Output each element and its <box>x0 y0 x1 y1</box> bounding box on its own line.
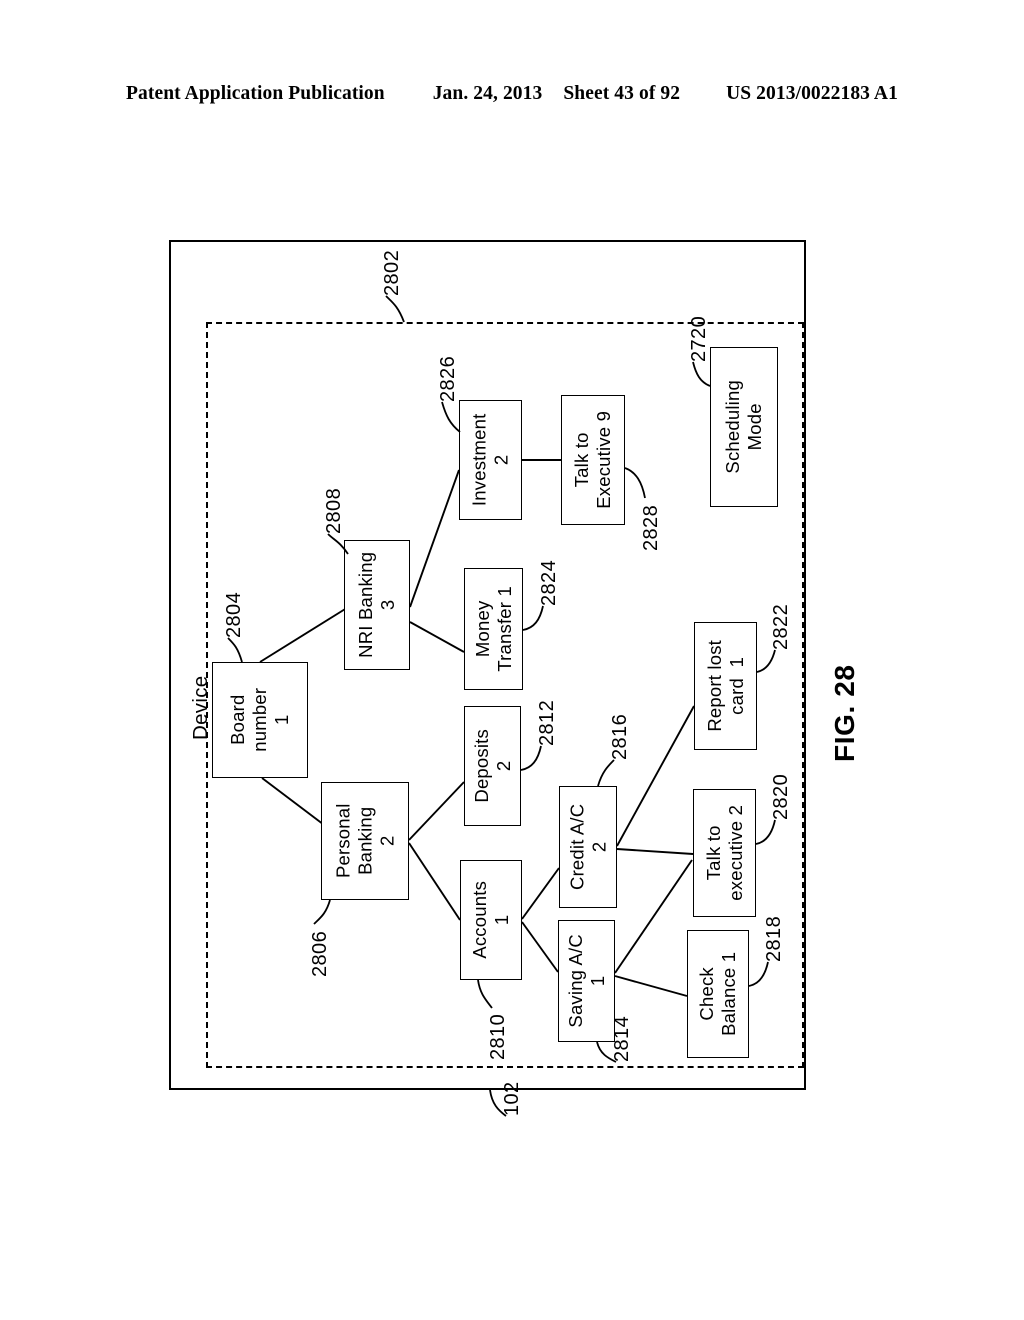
node-accounts[interactable]: Accounts 1 <box>460 860 522 980</box>
node-board-number[interactable]: Board number 1 <box>212 662 308 778</box>
node-saving-ac-label: Saving A/C 1 <box>564 934 608 1028</box>
ref-numeral-2810: 2810 <box>487 1013 509 1060</box>
ref-numeral-2720: 2720 <box>688 315 710 362</box>
ref-numeral-2816: 2816 <box>609 713 631 760</box>
ref-numeral-2826: 2826 <box>437 355 459 402</box>
node-nri-banking-label: NRI Banking 3 <box>355 551 398 659</box>
node-investment-label: Investment 2 <box>468 413 512 507</box>
ref-numeral-2828: 2828 <box>640 504 662 551</box>
node-talk-to-executive-9-label: Talk to Executive 9 <box>571 411 614 509</box>
node-check-balance-label: Check Balance 1 <box>696 951 739 1037</box>
ref-numeral-2808: 2808 <box>323 487 345 534</box>
node-talk-to-executive-9[interactable]: Talk to Executive 9 <box>561 395 625 525</box>
node-scheduling-mode[interactable]: Scheduling Mode <box>710 347 778 507</box>
ref-numeral-2818: 2818 <box>763 915 785 962</box>
node-investment[interactable]: Investment 2 <box>459 400 522 520</box>
ref-numeral-2806: 2806 <box>309 930 331 977</box>
figure-label: FIG. 28 <box>829 664 860 762</box>
node-credit-ac[interactable]: Credit A/C 2 <box>559 786 617 908</box>
node-money-transfer[interactable]: Money Transfer 1 <box>464 568 523 690</box>
node-credit-ac-label: Credit A/C 2 <box>566 803 609 891</box>
node-deposits[interactable]: Deposits 2 <box>464 706 521 826</box>
node-nri-banking[interactable]: NRI Banking 3 <box>344 540 410 670</box>
ref-numeral-2812: 2812 <box>536 699 558 746</box>
ref-numeral-2822: 2822 <box>770 603 792 650</box>
ref-numeral-2802: 2802 <box>381 249 403 296</box>
ref-numeral-2820: 2820 <box>770 773 792 820</box>
ref-numeral-2814: 2814 <box>611 1015 633 1062</box>
node-check-balance[interactable]: Check Balance 1 <box>687 930 749 1058</box>
figure-28: Board number 1 NRI Banking 3 Personal Ba… <box>0 0 1024 1320</box>
node-accounts-label: Accounts 1 <box>469 881 513 959</box>
device-label: Device <box>189 675 212 740</box>
node-personal-banking-label: Personal Banking 2 <box>332 803 397 879</box>
node-personal-banking[interactable]: Personal Banking 2 <box>321 782 409 900</box>
node-saving-ac[interactable]: Saving A/C 1 <box>558 920 615 1042</box>
node-deposits-label: Deposits 2 <box>470 729 514 803</box>
ref-numeral-2824: 2824 <box>538 559 560 606</box>
ref-numeral-2804: 2804 <box>223 591 245 638</box>
ref-numeral-102: 102 <box>501 1081 523 1116</box>
node-board-number-label: Board number 1 <box>227 688 292 752</box>
node-money-transfer-label: Money Transfer 1 <box>471 586 515 672</box>
node-scheduling-mode-label: Scheduling Mode <box>722 380 766 474</box>
node-talk-to-executive-2[interactable]: Talk to executive 2 <box>693 789 756 917</box>
node-talk-to-executive-2-label: Talk to executive 2 <box>702 805 746 901</box>
node-report-lost-card[interactable]: Report lost card 1 <box>694 622 757 750</box>
node-report-lost-card-label: Report lost card 1 <box>703 640 747 732</box>
